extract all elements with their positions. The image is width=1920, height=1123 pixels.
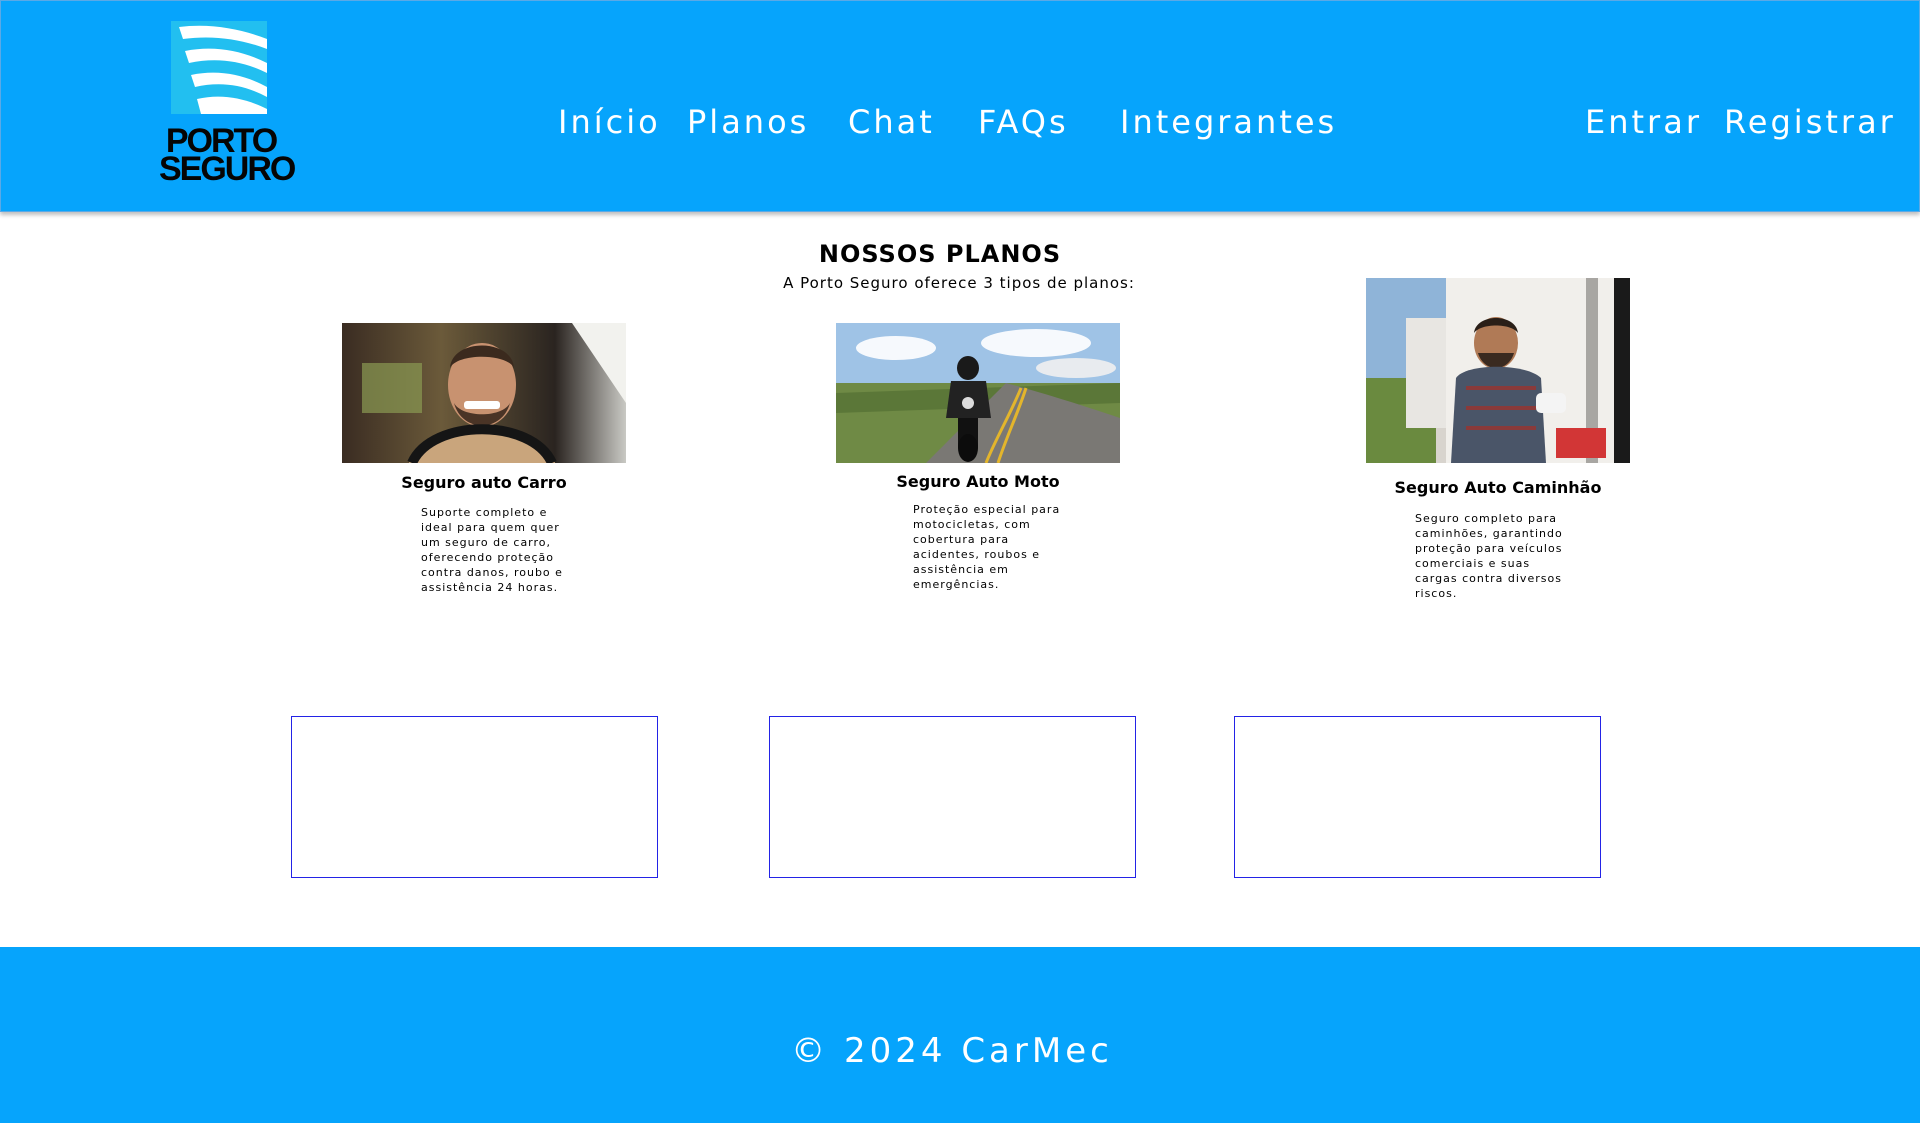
logo-text-seguro: SEGURO [159, 150, 296, 188]
car-plan-description: Suporte completo e ideal para quem quer … [421, 506, 563, 594]
site-footer: © 2024 CarMec [0, 947, 1920, 1123]
section-title: NOSSOS PLANOS [818, 240, 1062, 268]
nav-link-entrar[interactable]: Entrar [1585, 101, 1702, 143]
car-plan-image [342, 323, 626, 463]
empty-box-3 [1234, 716, 1601, 878]
truck-plan-description: Seguro completo para caminhões, garantin… [1415, 512, 1563, 600]
moto-plan-image [836, 323, 1120, 463]
section-subtitle: A Porto Seguro oferece 3 tipos de planos… [783, 274, 1135, 292]
truck-plan-image [1366, 278, 1630, 463]
nav-link-planos[interactable]: Planos [687, 101, 809, 143]
car-plan-title: Seguro auto Carro [401, 473, 567, 492]
empty-box-1 [291, 716, 658, 878]
empty-box-2 [769, 716, 1136, 878]
truck-plan-title: Seguro Auto Caminhão [1394, 478, 1602, 497]
nav-link-faqs[interactable]: FAQs [978, 101, 1069, 143]
porto-seguro-logo[interactable]: PORTO SEGURO [159, 21, 296, 188]
nav-link-registrar[interactable]: Registrar [1724, 101, 1896, 143]
nav-link-integrantes[interactable]: Integrantes [1120, 101, 1337, 143]
sail-logo-icon [171, 21, 267, 114]
nav-link-inicio[interactable]: Início [558, 101, 661, 143]
moto-plan-description: Proteção especial para motocicletas, com… [913, 503, 1061, 591]
nav-link-chat[interactable]: Chat [848, 101, 935, 143]
moto-plan-title: Seguro Auto Moto [896, 472, 1060, 491]
site-header: PORTO SEGURO Início Planos Chat FAQs Int… [0, 0, 1920, 212]
footer-copyright: © 2024 CarMec [791, 1031, 1113, 1071]
